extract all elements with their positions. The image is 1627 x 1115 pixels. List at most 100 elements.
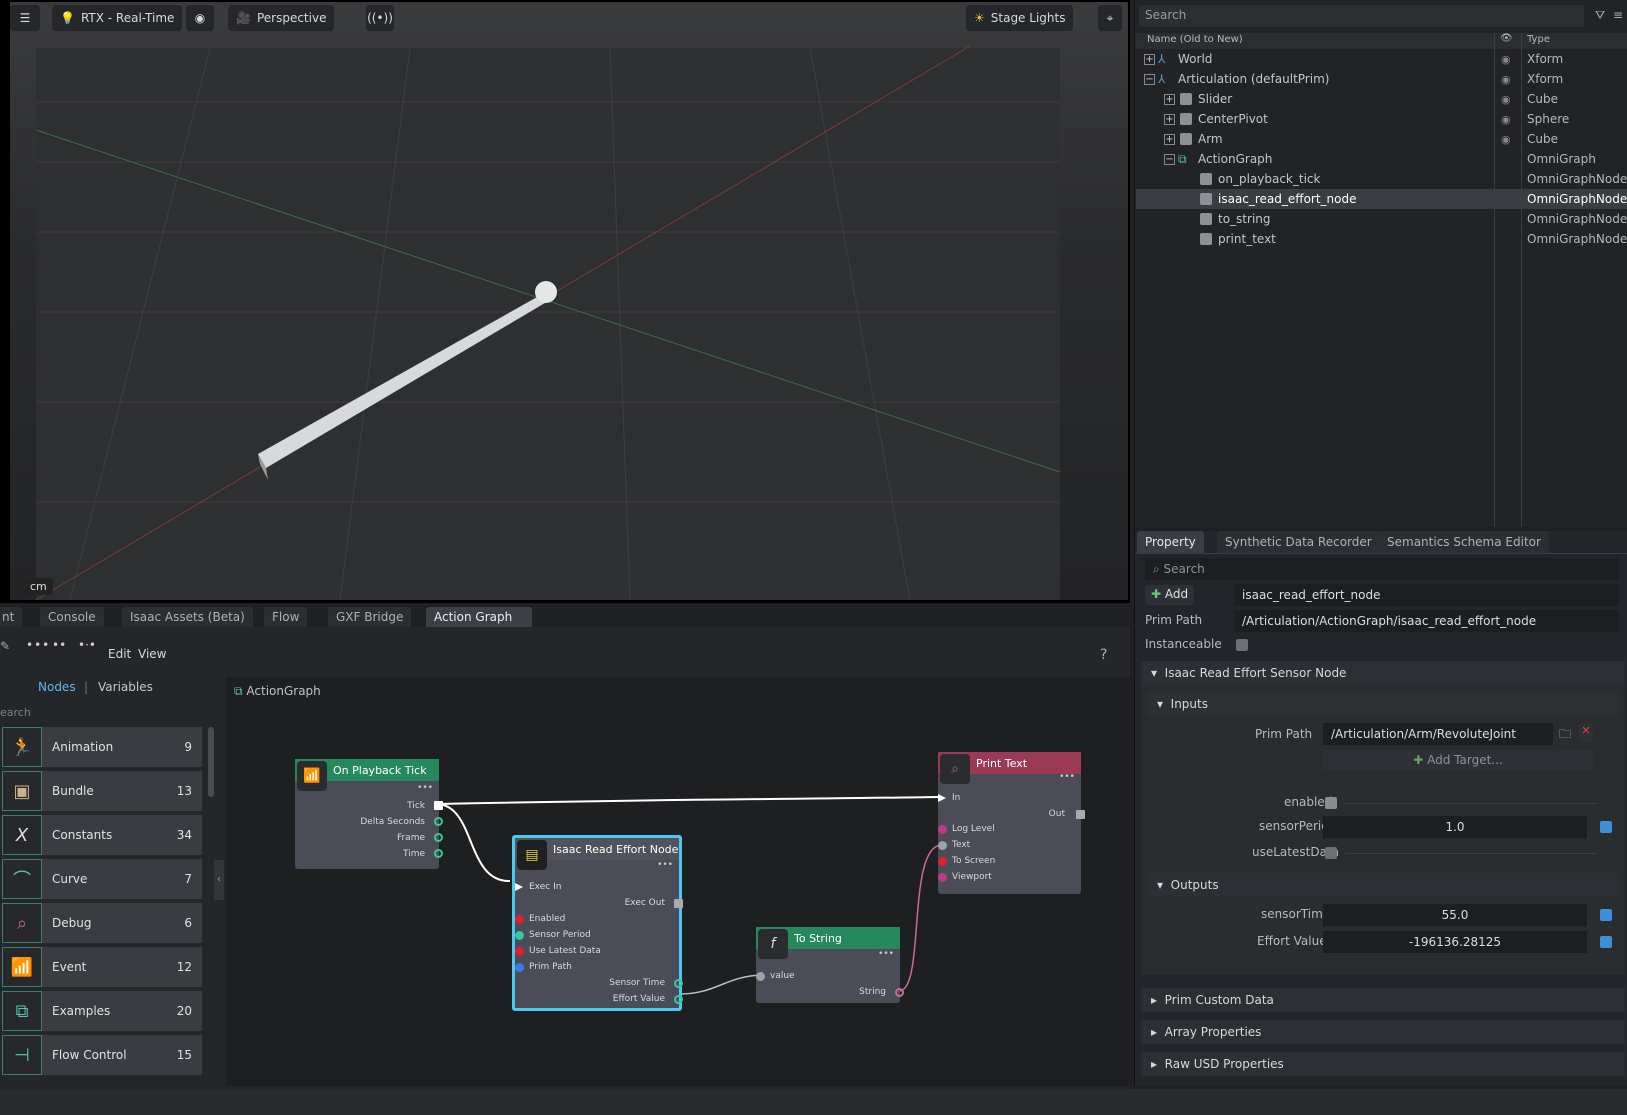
stage-row-articulation[interactable]: − ⅄ Articulation (defaultPrim) ◉ Xform — [1136, 69, 1627, 89]
output-port[interactable] — [434, 817, 443, 826]
eye-icon[interactable]: ◉ — [1501, 53, 1511, 66]
tab-action-graph[interactable]: Action Graph — [426, 607, 532, 627]
output-port[interactable] — [674, 995, 683, 1004]
exec-out-port[interactable] — [434, 801, 443, 810]
input-port[interactable] — [515, 931, 524, 940]
category-event[interactable]: 📶 Event 12 — [2, 947, 202, 987]
section-isaac-read-effort[interactable]: ▾ Isaac Read Effort Sensor Node — [1141, 661, 1625, 685]
output-port[interactable] — [434, 833, 443, 842]
tab-console[interactable]: Console — [40, 607, 104, 627]
effort-value-field[interactable]: -196136.28125 — [1323, 931, 1587, 953]
tab-content[interactable]: nt — [0, 607, 23, 627]
eye-icon[interactable]: ◉ — [1501, 133, 1511, 146]
tab-isaac-assets[interactable]: Isaac Assets (Beta) — [122, 607, 253, 627]
add-target-button[interactable]: ✚ Add Target... — [1323, 750, 1593, 770]
viewport-canvas[interactable]: cm — [10, 2, 1128, 600]
tab-semantics-schema-editor[interactable]: Semantics Schema Editor — [1379, 531, 1549, 553]
exec-in-port[interactable] — [515, 883, 523, 891]
sensor-time-field[interactable]: 55.0 — [1323, 904, 1587, 926]
node-isaac-read-effort[interactable]: Isaac Read Effort Node ▤ ••• Exec In Ena… — [512, 835, 683, 1011]
input-port[interactable] — [515, 947, 524, 956]
filter-icon[interactable]: ⛛ — [1595, 8, 1605, 23]
section-prim-custom-data[interactable]: ▸ Prim Custom Data — [1141, 988, 1625, 1012]
settings-icon[interactable]: ☰ — [10, 5, 40, 31]
stage-row-print-text[interactable]: print_text OmniGraphNode — [1136, 229, 1627, 249]
layout-icon-2[interactable]: •• — [52, 638, 66, 652]
layout-icon-1[interactable]: ••• — [26, 638, 50, 652]
col-type-header[interactable]: Type — [1527, 34, 1550, 45]
output-port[interactable] — [434, 849, 443, 858]
input-port[interactable] — [938, 873, 947, 882]
stage-row-arm[interactable]: + Arm ◉ Cube — [1136, 129, 1627, 149]
input-port[interactable] — [756, 972, 765, 981]
use-latest-data-checkbox[interactable] — [1325, 847, 1337, 859]
add-button[interactable]: ✚ Add — [1145, 585, 1195, 605]
input-port[interactable] — [515, 915, 524, 924]
section-raw-usd-properties[interactable]: ▸ Raw USD Properties — [1141, 1052, 1625, 1076]
tab-gxf-bridge[interactable]: GXF Bridge — [328, 607, 412, 627]
input-port[interactable] — [938, 841, 947, 850]
stage-row-world[interactable]: + ⅄ World ◉ Xform — [1136, 49, 1627, 69]
variables-tab[interactable]: Variables — [98, 680, 153, 694]
output-port[interactable] — [895, 988, 904, 997]
stage-row-actiongraph[interactable]: − ⧉ ActionGraph OmniGraph — [1136, 149, 1627, 169]
nodes-tab[interactable]: Nodes — [38, 680, 76, 694]
section-array-properties[interactable]: ▸ Array Properties — [1141, 1020, 1625, 1044]
effort-value-keyframe[interactable] — [1600, 936, 1612, 948]
sensor-period-keyframe[interactable] — [1600, 821, 1612, 833]
node-on-playback-tick[interactable]: On Playback Tick 📶 ••• Tick Delta Second… — [295, 759, 443, 869]
category-debug[interactable]: ⌕ Debug 6 — [2, 903, 202, 943]
section-outputs[interactable]: ▾ Outputs — [1147, 873, 1619, 897]
camera-button[interactable]: 🎥 Perspective — [228, 5, 335, 31]
sensor-period-field[interactable]: 1.0 — [1323, 816, 1587, 838]
tab-flow[interactable]: Flow — [264, 607, 308, 627]
node-print-text[interactable]: Print Text ⌕ ••• In Log Level Text To Sc… — [938, 752, 1085, 894]
menu-view[interactable]: View — [138, 647, 166, 661]
eye-icon[interactable]: ◉ — [1501, 93, 1511, 106]
collapse-library-handle[interactable]: ‹ — [214, 860, 224, 900]
node-search-input[interactable]: earch — [0, 706, 31, 719]
eye-icon[interactable]: ◉ — [1501, 73, 1511, 86]
stage-row-isaac-read-effort-node[interactable]: isaac_read_effort_node OmniGraphNode — [1136, 189, 1627, 209]
category-bundle[interactable]: ▣ Bundle 13 — [2, 771, 202, 811]
tab-property[interactable]: Property — [1137, 531, 1204, 553]
input-prim-path-field[interactable]: /Articulation/Arm/RevoluteJoint — [1323, 723, 1553, 745]
node-menu-icon[interactable]: ••• — [1059, 772, 1075, 782]
exec-out-port[interactable] — [674, 899, 683, 908]
stage-row-centerpivot[interactable]: + CenterPivot ◉ Sphere — [1136, 109, 1627, 129]
help-icon[interactable]: ? — [1100, 647, 1107, 663]
viewport[interactable]: cm ☰ 💡 RTX - Real-Time ◉ 🎥 Perspective ((•… — [0, 0, 1130, 603]
property-search-input[interactable]: ⌕ Search — [1145, 558, 1619, 580]
input-port[interactable] — [938, 825, 947, 834]
layout-icon-3[interactable]: •·• — [78, 638, 96, 652]
instanceable-checkbox[interactable] — [1236, 639, 1248, 651]
folder-icon[interactable]: 🗀 — [1559, 725, 1571, 746]
exec-in-port[interactable] — [938, 794, 946, 802]
category-curve[interactable]: ⌒ Curve 7 — [2, 859, 202, 899]
prim-path-field[interactable]: /Articulation/ActionGraph/isaac_read_eff… — [1234, 610, 1619, 632]
menu-edit[interactable]: Edit — [108, 647, 131, 661]
stage-row-on-playback-tick[interactable]: on_playback_tick OmniGraphNode — [1136, 169, 1627, 189]
stage-lights-button[interactable]: ☀ Stage Lights — [966, 5, 1074, 31]
eye-icon[interactable]: ◉ — [186, 5, 214, 31]
category-constants[interactable]: X Constants 34 — [2, 815, 202, 855]
broadcast-icon[interactable]: ((•)) — [366, 5, 394, 31]
location-pin-icon[interactable]: ⌖ — [1098, 5, 1122, 31]
menu-icon[interactable]: ≡ — [1613, 8, 1623, 22]
node-menu-icon[interactable]: ••• — [878, 949, 894, 959]
input-port[interactable] — [938, 857, 947, 866]
eye-icon[interactable]: ◉ — [1501, 113, 1511, 126]
category-flow-control[interactable]: ⊣ Flow Control 15 — [2, 1035, 202, 1075]
input-port[interactable] — [515, 963, 524, 972]
render-mode-button[interactable]: 💡 RTX - Real-Time — [52, 5, 183, 31]
category-examples[interactable]: ⧉ Examples 20 — [2, 991, 202, 1031]
tab-synthetic-data-recorder[interactable]: Synthetic Data Recorder — [1217, 531, 1380, 553]
node-menu-icon[interactable]: ••• — [657, 860, 673, 870]
section-inputs[interactable]: ▾ Inputs — [1147, 692, 1619, 716]
enabled-checkbox[interactable] — [1325, 797, 1337, 809]
node-menu-icon[interactable]: ••• — [417, 783, 433, 793]
node-to-string[interactable]: To String f ••• value String — [756, 927, 904, 1003]
pencil-icon[interactable]: ✎ — [0, 639, 10, 653]
stage-row-slider[interactable]: + Slider ◉ Cube — [1136, 89, 1627, 109]
category-animation[interactable]: 🏃 Animation 9 — [2, 727, 202, 767]
